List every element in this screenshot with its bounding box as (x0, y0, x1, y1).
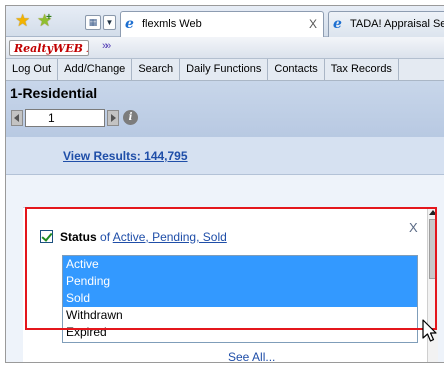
menu-contacts[interactable]: Contacts (268, 59, 325, 80)
realty-webnet-logo[interactable]: RealtyWEB Net ® (9, 40, 89, 56)
expand-arrows-icon[interactable]: »» (102, 40, 111, 52)
results-bar: View Results: 144,795 (6, 137, 444, 175)
tab-flexmls[interactable]: e flexmls Web X (120, 11, 324, 37)
logo-text: RealtyWEB Net (14, 42, 88, 55)
search-header: 1-Residential 1 i (6, 81, 444, 137)
menu-daily-functions[interactable]: Daily Functions (180, 59, 269, 80)
info-icon[interactable]: i (123, 110, 138, 125)
next-page-button[interactable] (107, 110, 119, 126)
see-all-link[interactable]: See All... (228, 350, 275, 362)
tab-label: flexmls Web (142, 18, 202, 30)
tab-strip: ★ ★ + ▦ ▼ e flexmls Web X e TADA! Apprais… (6, 6, 444, 37)
previous-page-button[interactable] (11, 110, 23, 126)
page-title: 1-Residential (10, 85, 98, 101)
favorites-star-icon[interactable]: ★ (15, 12, 30, 29)
view-results-link[interactable]: View Results: 144,795 (63, 149, 188, 163)
menu-log-out[interactable]: Log Out (6, 59, 59, 80)
page-number-input[interactable]: 1 (25, 109, 105, 127)
realty-webnet-bar: RealtyWEB Net ® »» (6, 37, 444, 59)
tab-label: TADA! Appraisal Se (350, 18, 444, 30)
mouse-cursor-icon (422, 319, 437, 342)
tab-close-icon[interactable]: X (309, 17, 317, 31)
internet-explorer-icon: e (333, 16, 342, 32)
highlight-annotation (25, 207, 437, 330)
menu-tax-records[interactable]: Tax Records (325, 59, 399, 80)
main-menu: Log Out Add/Change Search Daily Function… (6, 59, 444, 81)
menu-search[interactable]: Search (132, 59, 181, 80)
tab-tada-appraisal[interactable]: e TADA! Appraisal Se (328, 11, 444, 37)
internet-explorer-icon: e (125, 16, 134, 32)
tab-list-chevron-down-icon[interactable]: ▼ (103, 15, 116, 30)
quick-tabs-icon[interactable]: ▦ (85, 15, 101, 30)
menu-add-change[interactable]: Add/Change (58, 59, 133, 80)
add-favorite-icon[interactable]: ★ + (37, 12, 52, 29)
